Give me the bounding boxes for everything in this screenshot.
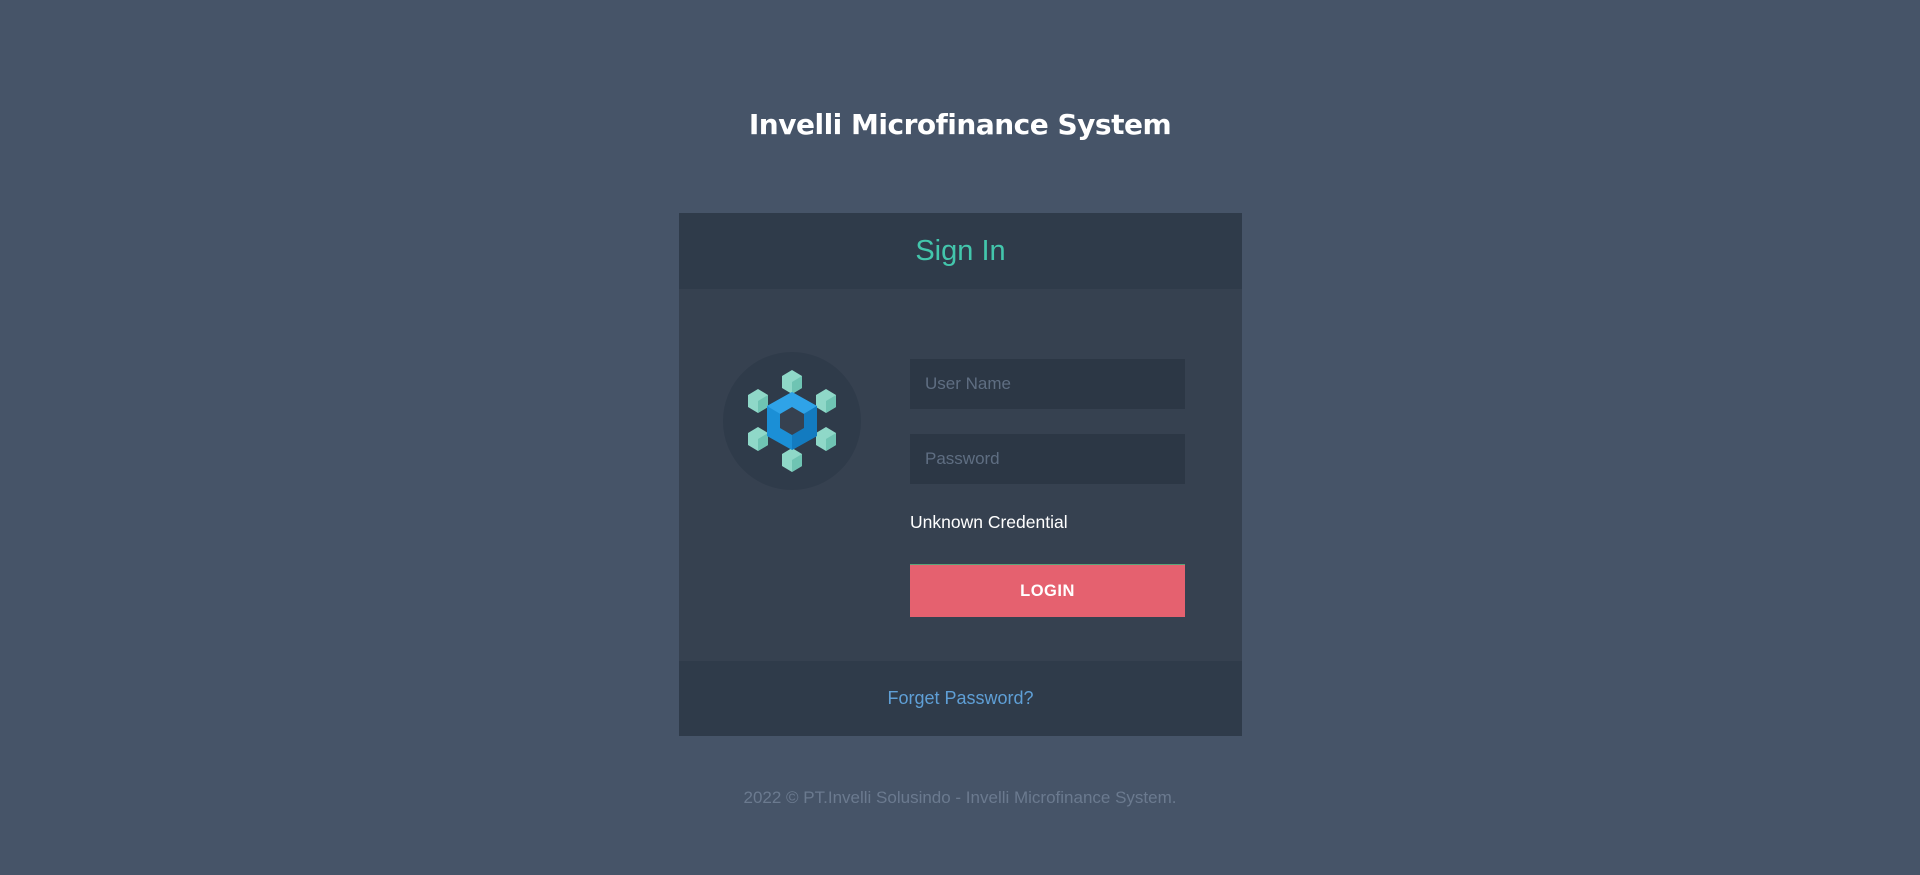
forgot-password-link[interactable]: Forget Password? <box>887 688 1033 708</box>
login-card-footer: Forget Password? <box>679 661 1242 736</box>
sign-in-header: Sign In <box>679 213 1242 289</box>
login-card-body: Unknown Credential LOGIN <box>679 289 1242 661</box>
username-input[interactable] <box>910 359 1185 409</box>
copyright-text: 2022 © PT.Invelli Solusindo - Invelli Mi… <box>743 788 1177 807</box>
password-input[interactable] <box>910 434 1185 484</box>
login-card: Sign In User Name Unknown Credential LOG… <box>679 213 1242 736</box>
error-message: Unknown Credential <box>910 512 1068 532</box>
login-button[interactable]: LOGIN <box>910 564 1185 617</box>
login-page: Invelli Microfinance System Sign In User… <box>0 0 1920 875</box>
app-title: Invelli Microfinance System <box>748 108 1172 141</box>
hexagon-cube-logo-icon <box>723 352 861 490</box>
